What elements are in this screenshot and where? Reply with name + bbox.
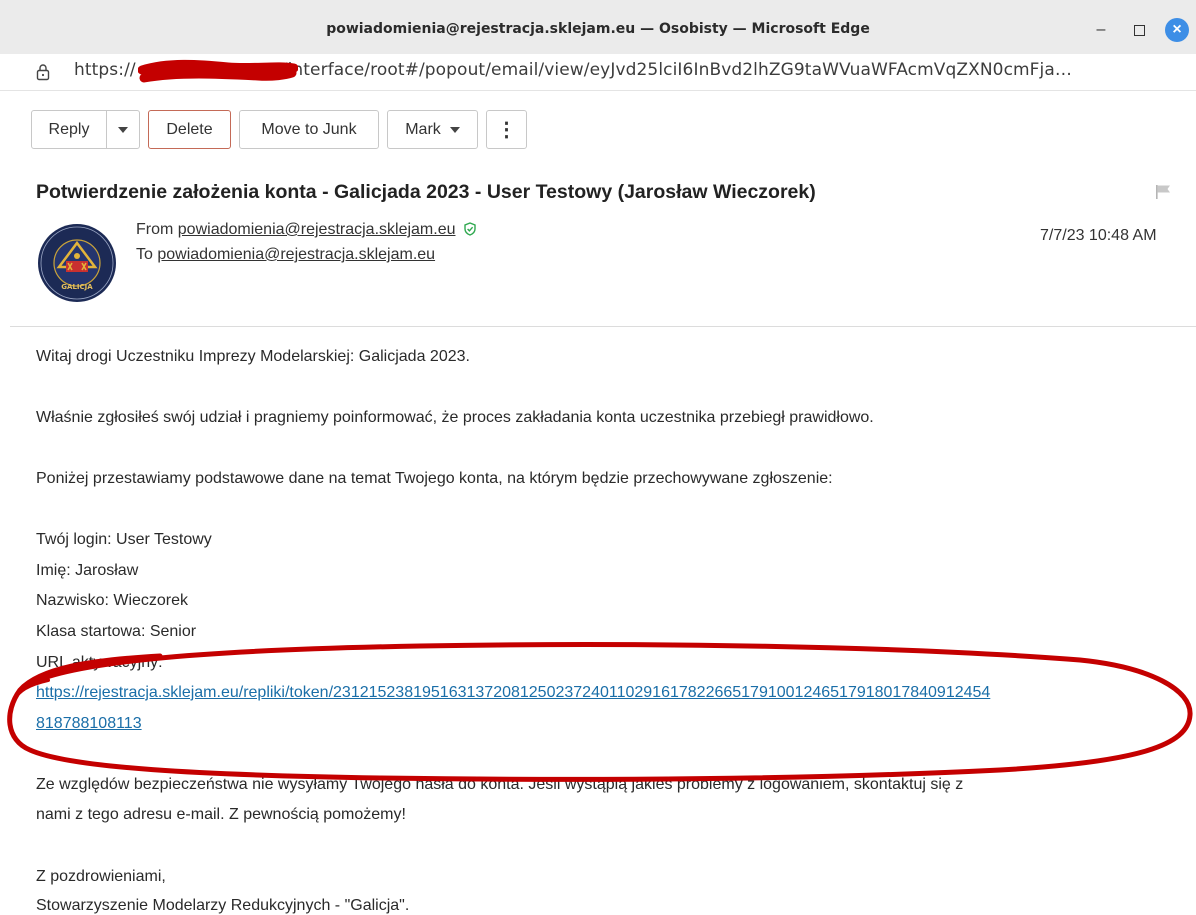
more-actions-button[interactable]: ⋮ <box>486 110 527 149</box>
flag-icon[interactable] <box>1155 184 1173 200</box>
maximize-button[interactable] <box>1128 17 1150 43</box>
activation-link-line-1[interactable]: https://rejestracja.sklejam.eu/repliki/t… <box>36 684 990 702</box>
body-paragraph-2: Poniżej przestawiamy podstawowe dane na … <box>36 470 833 487</box>
url-scheme: https:// <box>74 60 136 80</box>
from-address-link[interactable]: powiadomienia@rejestracja.sklejam.eu <box>178 221 456 238</box>
to-address-link[interactable]: powiadomienia@rejestracja.sklejam.eu <box>157 246 435 263</box>
body-paragraph-3-line-1: Ze względów bezpieczeństwa nie wysyłamy … <box>36 776 964 793</box>
sender-avatar: GALICJA <box>38 224 116 302</box>
reply-button[interactable]: Reply <box>31 110 107 149</box>
closing-line: Z pozdrowieniami, <box>36 868 166 885</box>
avatar-text: GALICJA <box>61 283 93 291</box>
from-label: From <box>136 221 174 238</box>
chevron-down-icon <box>118 126 128 133</box>
from-line: From powiadomienia@rejestracja.sklejam.e… <box>136 221 476 239</box>
to-label: To <box>136 246 153 263</box>
mark-label: Mark <box>405 120 441 138</box>
activation-link-line-2[interactable]: 818788108113 <box>36 715 142 733</box>
reply-dropdown-button[interactable] <box>106 110 140 149</box>
redaction-scribble <box>138 59 298 83</box>
body-greeting: Witaj drogi Uczestniku Imprezy Modelarsk… <box>36 348 470 365</box>
delete-button[interactable]: Delete <box>148 110 231 149</box>
account-login: Twój login: User Testowy <box>36 531 212 548</box>
close-button[interactable]: × <box>1165 18 1189 42</box>
account-first-name: Imię: Jarosław <box>36 562 139 579</box>
message-date: 7/7/23 10:48 AM <box>1040 227 1157 244</box>
window-titlebar: powiadomienia@rejestracja.sklejam.eu — O… <box>0 0 1196 54</box>
account-last-name: Nazwisko: Wieczorek <box>36 592 189 609</box>
move-to-junk-button[interactable]: Move to Junk <box>239 110 379 149</box>
to-line: To powiadomienia@rejestracja.sklejam.eu <box>136 246 435 264</box>
message-subject: Potwierdzenie założenia konta - Galicjad… <box>36 181 816 203</box>
lock-icon[interactable] <box>36 63 50 81</box>
account-class: Klasa startowa: Senior <box>36 623 197 640</box>
minimize-button[interactable]: – <box>1090 17 1112 43</box>
signature-line: Stowarzyszenie Modelarzy Redukcyjnych - … <box>36 897 410 914</box>
url-path: /interface/root#/popout/email/view/eyJvd… <box>281 60 1072 80</box>
shield-check-icon <box>464 222 476 236</box>
mark-button[interactable]: Mark <box>387 110 478 149</box>
window-title: powiadomienia@rejestracja.sklejam.eu — O… <box>326 21 870 37</box>
body-paragraph-3-line-2: nami z tego adresu e-mail. Z pewnością p… <box>36 806 406 823</box>
maximize-icon <box>1133 24 1145 36</box>
body-paragraph-1: Właśnie zgłosiłeś swój udział i pragniem… <box>36 409 874 426</box>
activation-url-label: URL aktywacyjny: <box>36 654 163 671</box>
header-divider <box>10 326 1196 327</box>
chevron-down-icon <box>449 126 460 133</box>
